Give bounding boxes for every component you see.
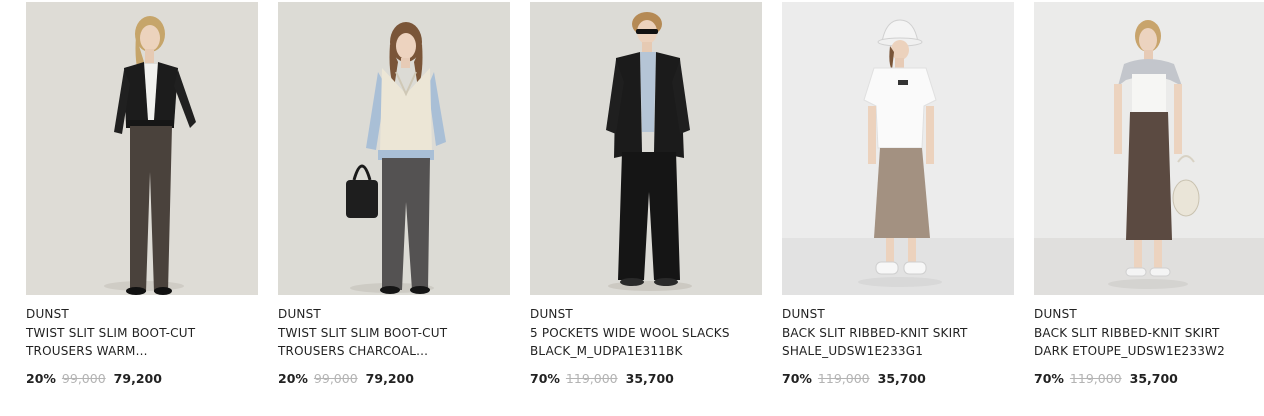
product-brand: DUNST <box>278 307 321 321</box>
product-photo-model-brown-skirt <box>1034 2 1264 295</box>
discount-rate: 20% <box>26 371 56 386</box>
discount-rate: 70% <box>782 371 812 386</box>
original-price: 119,000 <box>565 371 618 386</box>
product-price: 20% 99,000 79,200 <box>26 370 162 388</box>
product-name[interactable]: 5 POCKETS WIDE WOOL SLACKS BLACK_M_UDPA1… <box>530 324 762 360</box>
product-photo-model-beige-skirt <box>782 2 1014 295</box>
product-brand: DUNST <box>530 307 573 321</box>
product-price: 20% 99,000 79,200 <box>278 370 414 388</box>
sale-price: 35,700 <box>625 371 674 386</box>
product-photo-model-black-suit <box>530 2 762 295</box>
product-name[interactable]: TWIST SLIT SLIM BOOT-CUT TROUSERS CHARCO… <box>278 324 510 360</box>
product-card[interactable]: DUNST BACK SLIT RIBBED-KNIT SKIRT SHALE_… <box>782 0 1014 416</box>
original-price: 119,000 <box>817 371 870 386</box>
product-card[interactable]: DUNST BACK SLIT RIBBED-KNIT SKIRT DARK E… <box>1034 0 1264 416</box>
sale-price: 35,700 <box>1129 371 1178 386</box>
product-price: 70% 119,000 35,700 <box>530 370 674 388</box>
discount-rate: 70% <box>530 371 560 386</box>
original-price: 99,000 <box>313 371 358 386</box>
product-name[interactable]: BACK SLIT RIBBED-KNIT SKIRT DARK ETOUPE_… <box>1034 324 1264 360</box>
product-price: 70% 119,000 35,700 <box>782 370 926 388</box>
product-price: 70% 119,000 35,700 <box>1034 370 1178 388</box>
product-brand: DUNST <box>782 307 825 321</box>
sale-price: 79,200 <box>365 371 414 386</box>
product-grid: DUNST TWIST SLIT SLIM BOOT-CUT TROUSERS … <box>26 0 1264 416</box>
product-image[interactable] <box>782 2 1014 295</box>
product-name[interactable]: BACK SLIT RIBBED-KNIT SKIRT SHALE_UDSW1E… <box>782 324 1014 360</box>
original-price: 119,000 <box>1069 371 1122 386</box>
discount-rate: 20% <box>278 371 308 386</box>
product-brand: DUNST <box>1034 307 1077 321</box>
product-brand: DUNST <box>26 307 69 321</box>
sale-price: 35,700 <box>877 371 926 386</box>
sale-price: 79,200 <box>113 371 162 386</box>
product-image[interactable] <box>26 2 258 295</box>
product-image[interactable] <box>1034 2 1264 295</box>
product-card[interactable]: DUNST TWIST SLIT SLIM BOOT-CUT TROUSERS … <box>26 0 258 416</box>
product-image[interactable] <box>278 2 510 295</box>
discount-rate: 70% <box>1034 371 1064 386</box>
product-card[interactable]: DUNST 5 POCKETS WIDE WOOL SLACKS BLACK_M… <box>530 0 762 416</box>
product-card[interactable]: DUNST TWIST SLIT SLIM BOOT-CUT TROUSERS … <box>278 0 510 416</box>
product-name[interactable]: TWIST SLIT SLIM BOOT-CUT TROUSERS WARM..… <box>26 324 258 360</box>
product-photo-model-knit-vest <box>278 2 510 295</box>
original-price: 99,000 <box>61 371 106 386</box>
product-photo-model-black-jacket <box>26 2 258 295</box>
product-image[interactable] <box>530 2 762 295</box>
